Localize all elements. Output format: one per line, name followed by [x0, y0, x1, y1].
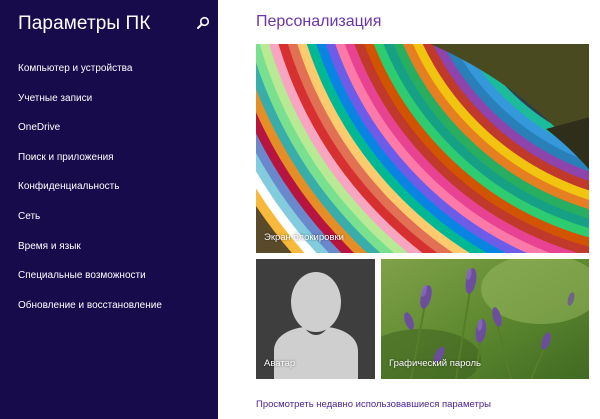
recent-settings-link[interactable]: Просмотреть недавно использовавшиеся пар…	[256, 399, 491, 410]
sidebar-item-ease-of-access[interactable]: Специальные возможности	[0, 261, 218, 291]
picture-password-tile[interactable]: Графический пароль	[381, 259, 589, 379]
sidebar-item-search-apps[interactable]: Поиск и приложения	[0, 143, 218, 173]
lock-screen-image	[256, 44, 589, 253]
sidebar-title: Параметры ПК	[18, 13, 151, 34]
sidebar-item-update-recovery[interactable]: Обновление и восстановление	[0, 291, 218, 321]
sidebar-item-accounts[interactable]: Учетные записи	[0, 84, 218, 114]
avatar-label: Аватар	[264, 358, 296, 369]
sidebar-item-network[interactable]: Сеть	[0, 202, 218, 232]
sidebar: Параметры ПК Компьютер и устройства Учет…	[0, 0, 218, 419]
avatar-tile[interactable]: Аватар	[256, 259, 375, 379]
search-icon[interactable]	[196, 16, 210, 30]
picture-password-label: Графический пароль	[389, 358, 481, 369]
sidebar-item-computer-devices[interactable]: Компьютер и устройства	[0, 54, 218, 84]
pc-settings-window: Параметры ПК Компьютер и устройства Учет…	[0, 0, 600, 419]
lock-screen-label: Экран блокировки	[264, 232, 344, 243]
sidebar-item-onedrive[interactable]: OneDrive	[0, 113, 218, 143]
page-title: Персонализация	[256, 13, 382, 30]
sidebar-nav: Компьютер и устройства Учетные записи On…	[0, 54, 218, 320]
lock-screen-tile[interactable]: Экран блокировки	[256, 44, 589, 253]
sidebar-item-time-language[interactable]: Время и язык	[0, 232, 218, 262]
sidebar-item-privacy[interactable]: Конфиденциальность	[0, 172, 218, 202]
